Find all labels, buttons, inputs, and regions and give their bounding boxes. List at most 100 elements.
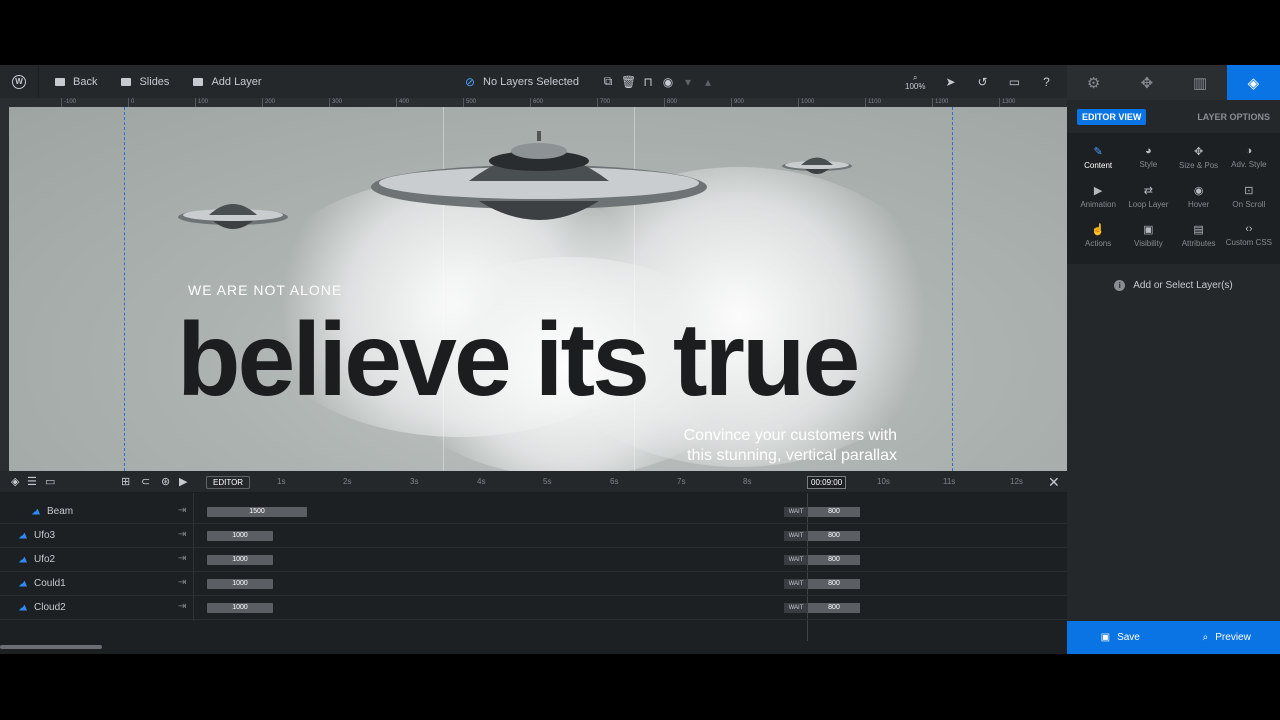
lock-icon[interactable]: ⊓ <box>641 75 655 89</box>
duplicate-icon[interactable]: ⧉ <box>601 74 615 89</box>
wordpress-button[interactable]: W <box>0 65 38 98</box>
empty-state: i Add or Select Layer(s) <box>1067 280 1280 291</box>
layer-name[interactable]: Beam <box>30 506 73 517</box>
option-icon: ✥ <box>1194 146 1204 158</box>
option-attributes[interactable]: ▤ Attributes <box>1174 219 1224 252</box>
chevron-up-icon[interactable]: ▴ <box>701 75 715 89</box>
chevron-down-icon[interactable]: ▾ <box>681 75 695 89</box>
slide-canvas[interactable]: WE ARE NOT ALONE believe its true Convin… <box>9 107 1067 471</box>
image-layer-icon <box>17 532 27 539</box>
collapse-icon[interactable]: ⇥ <box>178 505 186 516</box>
pointer-icon[interactable]: ➤ <box>943 75 957 89</box>
undo-icon[interactable]: ↺ <box>975 75 989 89</box>
option-adv-style[interactable]: ◑ Adv. Style <box>1224 141 1274 174</box>
list-icon[interactable]: ☰ <box>27 475 37 488</box>
back-button[interactable]: Back <box>39 65 109 98</box>
layer-name[interactable]: Ufo2 <box>17 554 55 565</box>
tab-navigation[interactable]: ✥ <box>1120 65 1173 100</box>
option-on-scroll[interactable]: ⊡ On Scroll <box>1224 180 1274 213</box>
zoom-control[interactable]: ⌕ 100% <box>905 73 925 91</box>
ruler-tick: 1100 <box>865 98 881 107</box>
timeline-row[interactable]: Ufo3 ⇥ 1000 WAIT 800 <box>0 524 1067 548</box>
option-loop-layer[interactable]: ⇄ Loop Layer <box>1123 180 1173 213</box>
collapse-icon[interactable]: ⇥ <box>178 601 186 612</box>
play-icon[interactable]: ▶ <box>179 475 187 488</box>
wait-marker[interactable]: WAIT <box>784 579 808 589</box>
layer-status: No Layers Selected <box>483 75 579 88</box>
desktop-icon[interactable]: ▭ <box>1007 75 1021 89</box>
horizontal-scrollbar[interactable] <box>0 645 102 649</box>
layer-name[interactable]: Ufo3 <box>17 530 55 541</box>
close-icon[interactable]: ✕ <box>1048 474 1060 491</box>
option-style[interactable]: ◕ Style <box>1123 141 1173 174</box>
out-animation-bar[interactable]: 800 <box>808 531 860 541</box>
editor-tag[interactable]: EDITOR <box>206 476 251 489</box>
option-visibility[interactable]: ▣ Visibility <box>1123 219 1173 252</box>
in-animation-bar[interactable]: 1000 <box>207 555 273 565</box>
folder-icon[interactable]: ▭ <box>45 475 55 488</box>
trash-icon[interactable]: 🗑 <box>621 75 636 89</box>
slides-label: Slides <box>139 75 170 88</box>
ruler-tick: 1000 <box>798 98 814 107</box>
info-icon: i <box>1114 280 1126 291</box>
timeline-row[interactable]: Cloud2 ⇥ 1000 WAIT 800 <box>0 596 1067 620</box>
wait-marker[interactable]: WAIT <box>784 555 808 565</box>
option-size-pos[interactable]: ✥ Size & Pos <box>1174 141 1224 174</box>
option-icon: ◑ <box>1245 145 1253 157</box>
option-label: Attributes <box>1181 239 1216 248</box>
tab-settings[interactable]: ⚙ <box>1067 65 1120 100</box>
option-hover[interactable]: ◉ Hover <box>1174 180 1224 213</box>
magnet-icon[interactable]: ⊂ <box>141 475 150 488</box>
preview-button[interactable]: ⌕ Preview <box>1174 621 1280 654</box>
option-actions[interactable]: ☝ Actions <box>1073 219 1123 252</box>
option-icon: ⊡ <box>1244 185 1254 197</box>
in-animation-bar[interactable]: 1000 <box>207 579 273 589</box>
timeline-row[interactable]: Ufo2 ⇥ 1000 WAIT 800 <box>0 548 1067 572</box>
image-layer-icon <box>17 580 27 587</box>
wait-marker[interactable]: WAIT <box>784 507 808 517</box>
eye-icon[interactable]: ◉ <box>661 75 675 89</box>
layer-name[interactable]: Could1 <box>17 578 66 589</box>
ufo-large <box>371 131 707 220</box>
grid-icon[interactable]: ⊞ <box>121 475 130 488</box>
rewind-icon[interactable]: ⊛ <box>161 475 170 488</box>
horizontal-ruler: -100 0 100 200 300 400 500 600 700 800 900 1000 1100… <box>0 98 1067 107</box>
option-content[interactable]: ✎ Content <box>1073 141 1123 174</box>
help-icon[interactable]: ? <box>1039 75 1053 89</box>
out-animation-bar[interactable]: 800 <box>808 507 860 517</box>
current-time[interactable]: 00:09:00 <box>807 476 847 489</box>
wait-marker[interactable]: WAIT <box>784 603 808 613</box>
timeline-row[interactable]: Could1 ⇥ 1000 WAIT 800 <box>0 572 1067 596</box>
tab-layers[interactable]: ◈ <box>1226 65 1280 100</box>
timeline-tick: 5s <box>543 477 552 486</box>
timeline-row[interactable]: Beam ⇥ 1500 WAIT 800 <box>0 500 1067 524</box>
zoom-level: 100% <box>905 81 926 91</box>
option-label: Visibility <box>1134 239 1163 248</box>
out-animation-bar[interactable]: 800 <box>808 555 860 565</box>
layer-options-grid: ✎ Content ◕ Style ✥ Size & Pos ◑ Adv. Style ▶ Ani… <box>1067 133 1280 264</box>
out-animation-bar[interactable]: 800 <box>808 579 860 589</box>
out-animation-bar[interactable]: 800 <box>808 603 860 613</box>
editor-view-badge[interactable]: EDITOR VIEW <box>1077 108 1147 125</box>
layers-icon[interactable]: ◈ <box>11 475 19 488</box>
option-custom-css[interactable]: ‹› Custom CSS <box>1224 219 1274 252</box>
save-icon: ▣ <box>1100 632 1111 643</box>
option-animation[interactable]: ▶ Animation <box>1073 180 1123 213</box>
wait-marker[interactable]: WAIT <box>784 531 808 541</box>
slides-button[interactable]: Slides <box>109 65 181 98</box>
tab-slide[interactable]: ▥ <box>1174 65 1227 100</box>
headline-text[interactable]: believe its true <box>177 303 860 418</box>
ruler-tick: 900 <box>731 98 744 107</box>
save-button[interactable]: ▣ Save <box>1067 621 1174 654</box>
in-animation-bar[interactable]: 1000 <box>207 531 273 541</box>
option-label: Animation <box>1080 200 1116 209</box>
in-animation-bar[interactable]: 1000 <box>207 603 273 613</box>
subtext[interactable]: Convince your customers with this stunni… <box>569 426 897 466</box>
collapse-icon[interactable]: ⇥ <box>178 553 186 564</box>
collapse-icon[interactable]: ⇥ <box>178 577 186 588</box>
collapse-icon[interactable]: ⇥ <box>178 529 186 540</box>
kicker-text[interactable]: WE ARE NOT ALONE <box>188 282 342 298</box>
layer-name[interactable]: Cloud2 <box>17 602 66 613</box>
add-layer-button[interactable]: Add Layer <box>181 65 273 98</box>
in-animation-bar[interactable]: 1500 <box>207 507 307 517</box>
